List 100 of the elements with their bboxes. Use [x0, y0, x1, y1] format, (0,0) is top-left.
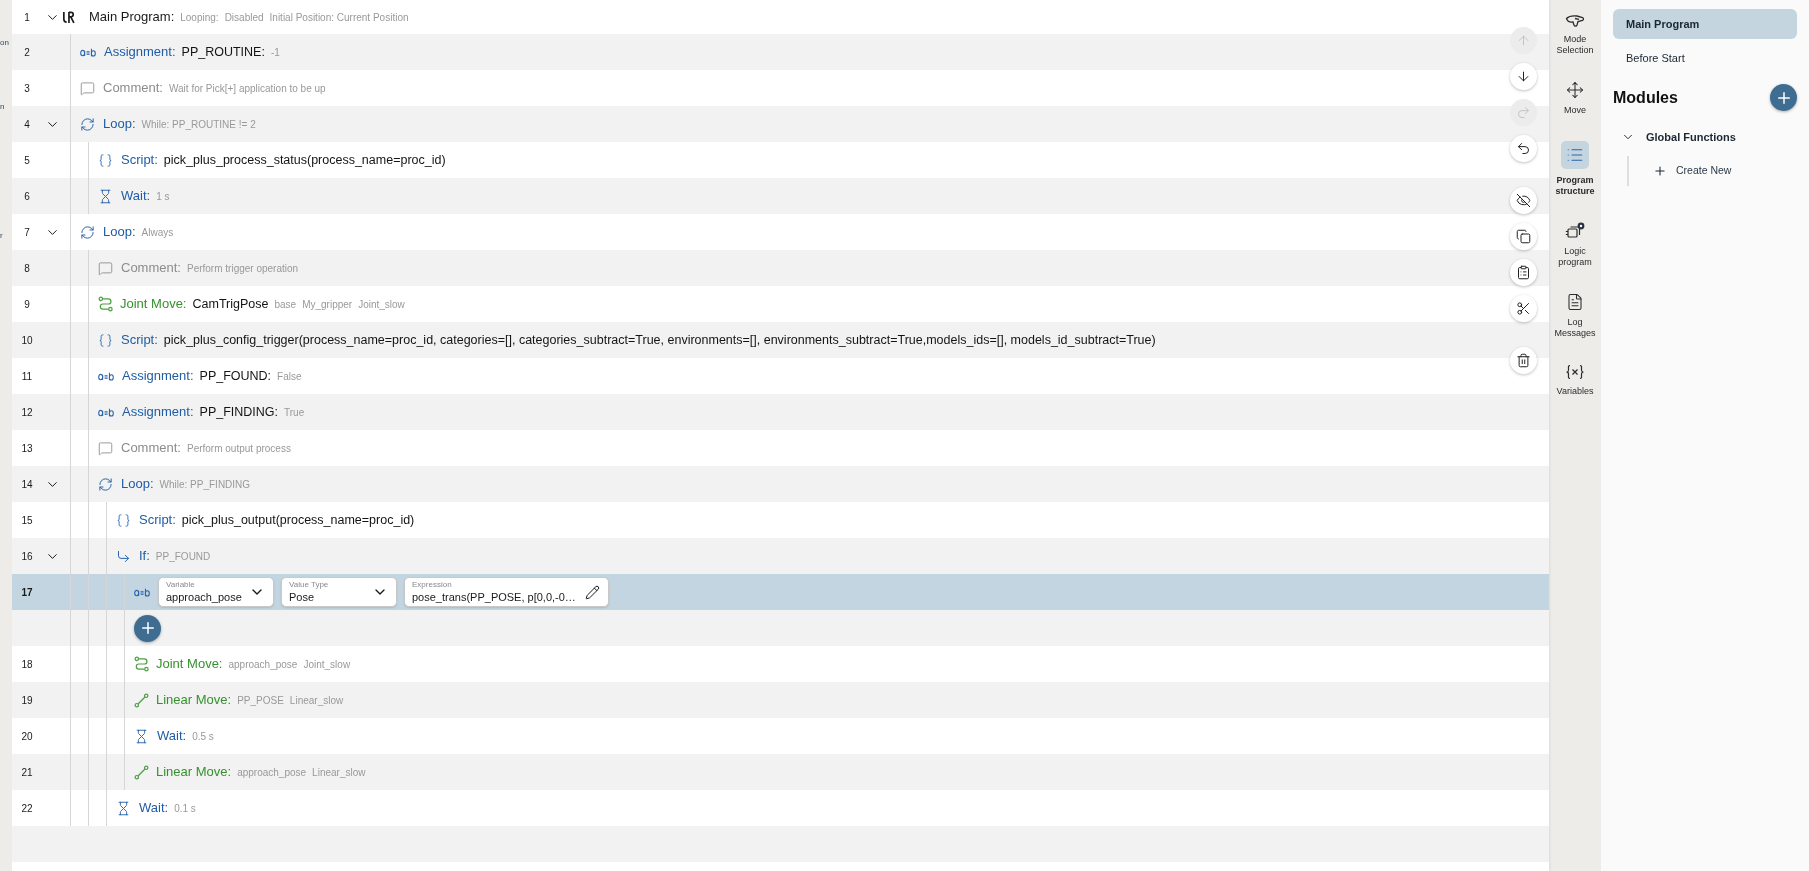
add-step-button[interactable] — [134, 614, 161, 642]
comment-icon — [98, 440, 113, 456]
dropdown-field[interactable]: Value Type Pose — [281, 577, 397, 607]
program-row[interactable]: 6 Wait: 1 s — [12, 178, 1549, 214]
step-value: PP_ROUTINE: — [181, 44, 265, 62]
line-number: 14 — [21, 477, 33, 492]
line-segment-icon — [134, 764, 149, 780]
program-row[interactable]: 22 Wait: 0.1 s — [12, 790, 1549, 826]
program-row[interactable]: 5 Script: pick_plus_process_status(process_name=proc_id) — [12, 142, 1549, 178]
step-type-label: Assignment: — [122, 367, 194, 386]
program-row[interactable]: 4 Loop: While: PP_ROUTINE != 2 — [12, 106, 1549, 142]
step-detail: Perform trigger operation — [186, 262, 299, 277]
step-detail: Initial Position: Current Position — [269, 11, 409, 26]
eye-off-icon — [1516, 193, 1531, 208]
line-number: 13 — [21, 441, 33, 456]
stacked-boxes-icon — [1565, 222, 1585, 240]
step-type-label: Script: — [121, 331, 158, 350]
comment-icon — [98, 260, 113, 276]
program-row[interactable]: 15 Script: pick_plus_output(process_name=proc_id) — [12, 502, 1549, 538]
step-detail: -1 — [270, 46, 280, 61]
line-number: 18 — [21, 657, 33, 672]
expression-field[interactable]: Expression pose_trans(PP_POSE, p[0,0,-0… — [404, 577, 609, 607]
nav-rail-item[interactable]: Program structure — [1550, 141, 1600, 197]
braces-icon — [98, 332, 113, 348]
step-type-label: Loop: — [103, 115, 136, 134]
nav-rail-item[interactable]: Variables — [1550, 364, 1600, 397]
step-type-label: Comment: — [121, 439, 181, 458]
program-row[interactable]: 7 Loop: Always — [12, 214, 1549, 250]
assignment-icon — [98, 407, 114, 417]
nav-rail-item[interactable]: Mode Selection — [1550, 14, 1600, 56]
loop-arrows-icon — [80, 224, 95, 240]
copy-icon — [1516, 229, 1531, 244]
program-row[interactable]: 2 Assignment: PP_ROUTINE: -1 — [12, 34, 1549, 70]
step-value: pick_plus_config_trigger(process_name=proc_id, categories=[], categories_subtract=True, environments=[], environments_subtract=True,models_ids=[], models_id_subtract=True) — [163, 332, 1156, 350]
line-number: 8 — [24, 261, 30, 276]
hourglass-icon — [98, 188, 113, 204]
program-row[interactable]: 12 Assignment: PP_FINDING: True — [12, 394, 1549, 430]
step-type-label: Script: — [121, 151, 158, 170]
program-row[interactable]: 1 Main Program: Looping: Disabled Initial Position: Current Position — [12, 0, 1549, 34]
line-number: 9 — [24, 297, 30, 312]
step-detail: Looping: — [180, 11, 219, 26]
line-number: 16 — [21, 549, 33, 564]
loop-arrows-icon — [80, 116, 95, 132]
step-value: PP_FINDING: — [199, 404, 279, 422]
step-detail: Joint_slow — [358, 298, 405, 313]
program-row[interactable]: 16 If: PP_FOUND — [12, 538, 1549, 574]
route-icon — [134, 656, 150, 672]
line-number: 22 — [21, 801, 33, 816]
program-row[interactable]: 20 Wait: 0.5 s — [12, 718, 1549, 754]
program-row[interactable]: 11 Assignment: PP_FOUND: False — [12, 358, 1549, 394]
truncated-label: r — [0, 231, 4, 241]
step-value: CamTrigPose — [192, 296, 269, 314]
step-type-label: Wait: — [157, 727, 187, 746]
line-number: 19 — [21, 693, 33, 708]
add-module-button[interactable] — [1770, 84, 1797, 111]
line-number: 2 — [24, 45, 30, 60]
hand-icon — [1565, 14, 1585, 28]
logo-icon — [62, 10, 75, 24]
step-detail: 1 s — [156, 190, 170, 205]
step-type-label: Assignment: — [122, 403, 194, 422]
step-detail: base — [274, 298, 297, 313]
step-detail: Linear_slow — [289, 694, 344, 709]
braces-icon — [116, 512, 131, 528]
assignment-icon — [134, 587, 150, 597]
program-tab[interactable]: Main Program — [1613, 9, 1797, 39]
program-row[interactable]: 3 Comment: Wait for Pick[+] application to be up — [12, 70, 1549, 106]
step-type-label: Comment: — [121, 259, 181, 278]
program-row[interactable]: 18 Joint Move: approach_pose Joint_slow — [12, 646, 1549, 682]
step-detail: 0.1 s — [174, 802, 196, 817]
dropdown-field[interactable]: Variable approach_pose — [158, 577, 274, 607]
redo-icon — [1516, 105, 1531, 120]
nav-rail-item[interactable]: Move — [1550, 81, 1600, 116]
scissors-icon — [1516, 301, 1531, 316]
program-row[interactable]: 13 Comment: Perform output process — [12, 430, 1549, 466]
step-detail: Linear_slow — [312, 766, 366, 781]
line-number: 11 — [21, 369, 33, 384]
plus-icon — [1653, 163, 1667, 178]
step-type-label: Wait: — [139, 799, 169, 818]
program-row[interactable]: 10 Script: pick_plus_config_trigger(process_name=proc_id, categories=[], categories_subtract=True, environments=[], environments_subtract=True,models_ids=[], models_id_subtract=True) — [12, 322, 1549, 358]
program-row[interactable]: 17 Variable approach_pose Value Type Pose Expression pose_trans(PP_POSE, p[0,0,-0… — [12, 574, 1549, 610]
step-detail: While: PP_FINDING — [159, 478, 251, 493]
program-row[interactable]: 19 Linear Move: PP_POSE Linear_slow — [12, 682, 1549, 718]
tree-item-label[interactable]: Global Functions — [1646, 128, 1736, 146]
step-detail: Perform output process — [186, 442, 291, 457]
pencil-icon[interactable] — [585, 584, 600, 600]
corner-arrow-icon — [116, 548, 131, 564]
nav-rail-item[interactable]: Log Messages — [1550, 293, 1600, 339]
arrow-down-icon — [1516, 69, 1531, 84]
program-row[interactable]: 21 Linear Move: approach_pose Linear_slow — [12, 754, 1549, 790]
program-row[interactable]: 14 Loop: While: PP_FINDING — [12, 466, 1549, 502]
create-new-button[interactable]: Create New — [1653, 163, 1797, 179]
program-row[interactable]: 9 Joint Move: CamTrigPose base My_gripper Joint_slow — [12, 286, 1549, 322]
nav-rail-item[interactable]: Logic program — [1550, 222, 1600, 268]
program-row[interactable]: 8 Comment: Perform trigger operation — [12, 250, 1549, 286]
step-type-label: Main Program: — [89, 8, 175, 27]
hourglass-icon — [134, 728, 149, 744]
program-tab[interactable]: Before Start — [1613, 43, 1797, 73]
step-detail: False — [277, 370, 302, 385]
step-detail: Disabled — [224, 11, 264, 26]
loop-arrows-icon — [98, 476, 113, 492]
